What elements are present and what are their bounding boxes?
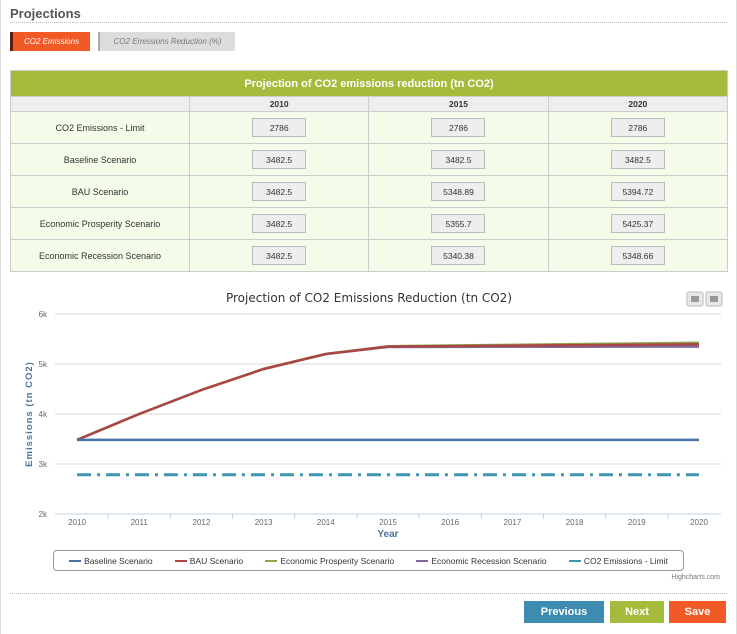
y-tick-label: 3k xyxy=(39,460,48,469)
value-field[interactable]: 3482.5 xyxy=(252,246,307,265)
table-row: Economic Prosperity Scenario 3482.5 5355.7… xyxy=(10,207,729,240)
projection-table: Projection of CO2 emissions reduction (t… xyxy=(10,70,729,272)
legend-label: BAU Scenario xyxy=(189,555,244,566)
value-cell: 3482.5 xyxy=(368,143,549,176)
value-field[interactable]: 3482.5 xyxy=(431,150,486,169)
value-cell: 3482.5 xyxy=(188,207,370,240)
chart-title: Projection of CO2 Emissions Reduction (t… xyxy=(226,291,512,305)
value-field[interactable]: 2786 xyxy=(252,118,307,137)
value-field[interactable]: 5394.72 xyxy=(610,182,665,201)
legend-swatch xyxy=(416,560,429,563)
download-icon-glyph xyxy=(710,296,718,302)
header-blank xyxy=(10,96,190,112)
legend-swatch xyxy=(568,560,581,563)
table-row: CO2 Emissions - Limit 2786 2786 2786 xyxy=(10,111,729,144)
tab-co2-emissions[interactable]: CO2 Emissions xyxy=(10,32,90,51)
value-cell: 3482.5 xyxy=(188,143,370,176)
value-field[interactable]: 3482.5 xyxy=(252,182,307,201)
table-row: BAU Scenario 3482.5 5348.89 5394.72 xyxy=(10,175,729,208)
value-field[interactable]: 2786 xyxy=(431,118,486,137)
value-cell: 2786 xyxy=(368,111,549,144)
x-tick-label: 2013 xyxy=(255,518,273,527)
x-tick-label: 2018 xyxy=(566,518,584,527)
value-field[interactable]: 5425.37 xyxy=(610,214,665,233)
save-button[interactable]: Save xyxy=(669,601,726,623)
legend-item[interactable]: BAU Scenario xyxy=(174,555,244,566)
row-label: Economic Prosperity Scenario xyxy=(10,207,190,240)
value-field[interactable]: 3482.5 xyxy=(252,150,307,169)
next-button[interactable]: Next xyxy=(610,601,664,623)
row-label: Economic Recession Scenario xyxy=(10,239,190,272)
series-line-economic-prosperity-scenario xyxy=(76,341,700,442)
x-tick-label: 2014 xyxy=(317,518,335,527)
legend-swatch xyxy=(174,560,187,563)
value-cell: 5348.89 xyxy=(368,175,549,208)
x-axis-title: Year xyxy=(377,529,398,540)
legend-item[interactable]: Economic Prosperity Scenario xyxy=(265,556,394,566)
value-cell: 5348.66 xyxy=(547,239,729,272)
previous-button[interactable]: Previous xyxy=(524,601,604,623)
value-cell: 3482.5 xyxy=(188,239,370,272)
tab-co2-emissions-reduction[interactable]: CO2 Emissions Reduction (%) xyxy=(98,32,235,51)
header-year: 2015 xyxy=(368,96,549,112)
value-cell: 3482.5 xyxy=(547,143,729,176)
y-tick-label: 2k xyxy=(39,510,48,519)
x-tick-label: 2020 xyxy=(690,518,708,527)
header-year: 2010 xyxy=(188,96,370,112)
table-row: Baseline Scenario 3482.5 3482.5 3482.5 xyxy=(10,143,729,176)
row-label: BAU Scenario xyxy=(10,175,190,208)
value-field[interactable]: 3482.5 xyxy=(610,150,665,169)
legend-item[interactable]: Economic Recession Scenario xyxy=(416,555,547,566)
emissions-chart: Projection of CO2 Emissions Reduction (t… xyxy=(24,291,723,540)
y-tick-label: 5k xyxy=(39,360,48,369)
x-tick-label: 2017 xyxy=(504,518,522,527)
value-field[interactable]: 5355.7 xyxy=(431,214,486,233)
x-tick-label: 2012 xyxy=(193,518,211,527)
legend-label: Baseline Scenario xyxy=(84,555,153,566)
header-year: 2020 xyxy=(547,96,729,112)
legend-label: Economic Recession Scenario xyxy=(431,555,547,566)
value-cell: 5340.38 xyxy=(368,239,549,272)
value-field[interactable]: 3482.5 xyxy=(252,214,307,233)
x-tick-label: 2019 xyxy=(628,518,646,527)
legend-item[interactable]: CO2 Emissions - Limit xyxy=(568,555,668,566)
x-tick-label: 2016 xyxy=(441,518,459,527)
y-tick-label: 6k xyxy=(39,310,48,319)
value-cell: 5355.7 xyxy=(368,207,549,240)
series-line-economic-recession-scenario xyxy=(76,345,700,442)
row-label: CO2 Emissions - Limit xyxy=(10,111,190,144)
x-tick-label: 2011 xyxy=(131,518,149,527)
print-icon-glyph xyxy=(691,296,699,302)
legend-swatch xyxy=(265,560,278,563)
value-cell: 5394.72 xyxy=(547,175,729,208)
value-cell: 2786 xyxy=(188,111,370,144)
chart-legend: Baseline Scenario BAU Scenario Economic Pr… xyxy=(53,550,684,571)
value-field[interactable]: 5348.89 xyxy=(431,182,486,201)
legend-swatch xyxy=(69,560,82,563)
y-tick-label: 4k xyxy=(39,410,48,419)
x-tick-label: 2015 xyxy=(379,518,397,527)
legend-item[interactable]: Baseline Scenario xyxy=(69,556,153,566)
value-cell: 5425.37 xyxy=(547,207,729,240)
value-cell: 3482.5 xyxy=(188,175,370,208)
series-line-bau-scenario xyxy=(76,343,700,442)
highcharts-credit[interactable]: Highcharts.com xyxy=(671,574,720,581)
section-title: Projections xyxy=(10,6,81,21)
value-field[interactable]: 2786 xyxy=(610,118,665,137)
x-tick-label: 2010 xyxy=(68,518,86,527)
legend-label: Economic Prosperity Scenario xyxy=(280,555,395,566)
value-cell: 2786 xyxy=(547,111,729,144)
row-label: Baseline Scenario xyxy=(10,143,190,176)
divider xyxy=(10,593,727,594)
table-title: Projection of CO2 emissions reduction (t… xyxy=(10,70,728,97)
legend-label: CO2 Emissions - Limit xyxy=(583,555,668,566)
value-field[interactable]: 5340.38 xyxy=(431,246,486,265)
table-row: Economic Recession Scenario 3482.5 5340.38… xyxy=(10,239,729,272)
divider xyxy=(10,22,727,23)
value-field[interactable]: 5348.66 xyxy=(610,246,665,265)
y-axis-title: Emissions (tn CO2) xyxy=(24,361,35,467)
